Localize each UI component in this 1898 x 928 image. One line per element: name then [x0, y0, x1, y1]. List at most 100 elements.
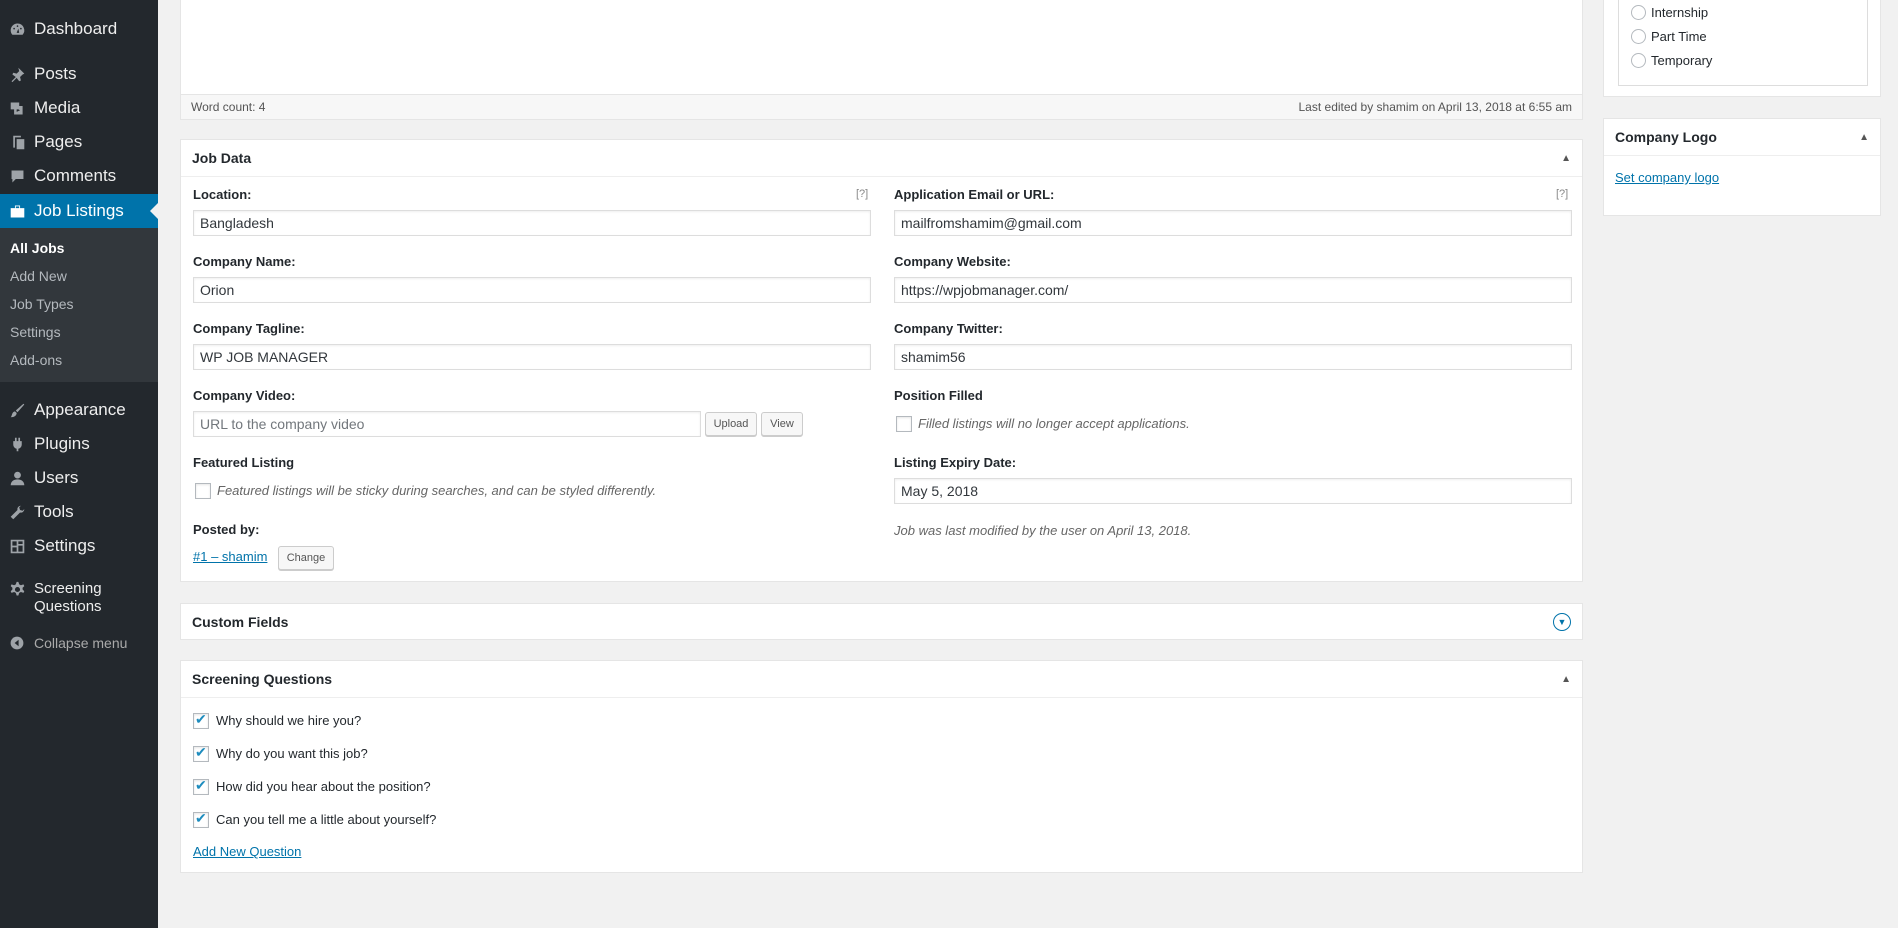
menu-comments[interactable]: Comments — [0, 159, 158, 193]
post-editor[interactable]: Word count: 4 Last edited by shamim on A… — [180, 0, 1583, 120]
application-input[interactable] — [894, 210, 1572, 236]
posted-by-label: Posted by: — [193, 522, 260, 537]
company-logo-header[interactable]: Company Logo ▲ — [1604, 119, 1880, 156]
menu-job-listings[interactable]: Job Listings — [0, 194, 158, 228]
collapse-toggle-icon[interactable]: ▲ — [1859, 132, 1869, 143]
job-type-radio[interactable] — [1631, 29, 1646, 44]
location-label: Location: — [193, 187, 252, 202]
job-type-radio[interactable] — [1631, 5, 1646, 20]
question-checkbox[interactable] — [193, 744, 209, 762]
pages-icon — [0, 134, 34, 151]
collapse-toggle-icon[interactable]: ▲ — [1561, 674, 1571, 685]
job-listings-submenu: All Jobs Add New Job Types Settings Add-… — [0, 228, 158, 382]
company-logo-box: Company Logo ▲ Set company logo — [1603, 118, 1881, 216]
last-edited: Last edited by shamim on April 13, 2018 … — [1298, 100, 1573, 114]
job-type-radio[interactable] — [1631, 53, 1646, 68]
company-name-input[interactable] — [193, 277, 871, 303]
menu-media[interactable]: Media — [0, 91, 158, 125]
submenu-settings[interactable]: Settings — [10, 324, 61, 340]
view-button[interactable]: View — [761, 412, 803, 436]
company-logo-title: Company Logo — [1615, 129, 1717, 145]
menu-tools[interactable]: Tools — [0, 495, 158, 529]
pin-icon — [0, 66, 34, 83]
menu-label: Appearance — [34, 400, 126, 419]
job-type-label: Internship — [1651, 5, 1709, 20]
custom-fields-title: Custom Fields — [192, 613, 289, 630]
featured-label: Featured Listing — [193, 455, 295, 470]
question-checkbox[interactable] — [193, 810, 209, 828]
job-type-label: Part Time — [1651, 29, 1707, 44]
featured-checkbox[interactable] — [195, 483, 211, 499]
set-company-logo-link[interactable]: Set company logo — [1615, 170, 1719, 185]
menu-label: Tools — [34, 502, 74, 521]
change-author-button[interactable]: Change — [278, 546, 334, 570]
screening-title: Screening Questions — [192, 671, 333, 687]
plug-icon — [0, 436, 34, 453]
company-twitter-input[interactable] — [894, 344, 1572, 370]
screening-header[interactable]: Screening Questions ▲ — [181, 661, 1582, 698]
question-label: Can you tell me a little about yourself? — [216, 812, 437, 827]
current-menu-arrow — [150, 203, 158, 219]
position-filled-note: Filled listings will no longer accept ap… — [918, 416, 1190, 431]
settings-icon — [0, 538, 34, 555]
question-label: Why do you want this job? — [216, 746, 368, 761]
menu-appearance[interactable]: Appearance — [0, 393, 158, 427]
custom-fields-header[interactable]: Custom Fields ▼ — [181, 604, 1582, 639]
menu-dashboard[interactable]: Dashboard — [0, 12, 158, 46]
submenu-add-ons[interactable]: Add-ons — [10, 352, 62, 368]
media-icon — [0, 100, 34, 117]
question-checkbox[interactable] — [193, 711, 209, 729]
expiry-input[interactable] — [894, 478, 1572, 504]
menu-label: Dashboard — [34, 19, 118, 38]
wrench-icon — [0, 504, 34, 521]
editor-status-bar: Word count: 4 Last edited by shamim on A… — [181, 94, 1582, 119]
company-tagline-input[interactable] — [193, 344, 871, 370]
screening-questions-box: Screening Questions ▲ Why should we hire… — [180, 660, 1583, 873]
company-tagline-label: Company Tagline: — [193, 321, 305, 336]
application-help[interactable]: [?] — [1556, 188, 1568, 200]
menu-screening-questions[interactable]: Screening Questions — [0, 580, 158, 620]
posted-by-user-link[interactable]: #1 – shamim — [193, 549, 267, 564]
featured-note: Featured listings will be sticky during … — [217, 483, 657, 498]
position-filled-checkbox[interactable] — [896, 416, 912, 432]
menu-label: Users — [34, 468, 79, 487]
expiry-label: Listing Expiry Date: — [894, 455, 1017, 470]
submenu-add-new[interactable]: Add New — [10, 268, 67, 284]
job-types-list: Internship Part Time Temporary — [1618, 0, 1868, 86]
dashboard-icon — [0, 21, 34, 38]
menu-label: Screening Questions — [34, 580, 102, 615]
menu-pages[interactable]: Pages — [0, 125, 158, 159]
menu-plugins[interactable]: Plugins — [0, 427, 158, 461]
word-count: Word count: 4 — [191, 100, 266, 114]
location-help[interactable]: [?] — [856, 188, 868, 200]
company-name-label: Company Name: — [193, 254, 296, 269]
collapse-toggle-icon[interactable]: ▲ — [1561, 153, 1571, 164]
company-video-input[interactable] — [193, 411, 701, 437]
application-label: Application Email or URL: — [894, 187, 1055, 202]
question-checkbox[interactable] — [193, 777, 209, 795]
modified-note: Job was last modified by the user on Apr… — [894, 523, 1192, 538]
menu-posts[interactable]: Posts — [0, 57, 158, 91]
company-website-label: Company Website: — [894, 254, 1011, 269]
company-website-input[interactable] — [894, 277, 1572, 303]
question-label: Why should we hire you? — [216, 713, 362, 728]
menu-users[interactable]: Users — [0, 461, 158, 495]
upload-button[interactable]: Upload — [705, 412, 757, 436]
submenu-all-jobs[interactable]: All Jobs — [10, 240, 64, 256]
custom-fields-box: Custom Fields ▼ — [180, 603, 1583, 640]
menu-label: Job Listings — [34, 201, 124, 220]
collapse-menu[interactable]: Collapse menu — [0, 633, 158, 653]
job-data-box: Job Data ▲ Location: [?] Application Ema… — [180, 139, 1583, 582]
job-data-header[interactable]: Job Data ▲ — [181, 140, 1582, 177]
company-video-label: Company Video: — [193, 388, 296, 403]
submenu-job-types[interactable]: Job Types — [10, 296, 74, 312]
expand-icon[interactable]: ▼ — [1553, 612, 1571, 631]
job-data-title: Job Data — [192, 150, 252, 166]
collapse-label: Collapse menu — [34, 635, 128, 651]
location-input[interactable] — [193, 210, 871, 236]
user-icon — [0, 470, 34, 487]
menu-label: Comments — [34, 166, 117, 185]
menu-settings[interactable]: Settings — [0, 529, 158, 563]
add-new-question-link[interactable]: Add New Question — [193, 844, 301, 859]
menu-label: Media — [34, 98, 81, 117]
